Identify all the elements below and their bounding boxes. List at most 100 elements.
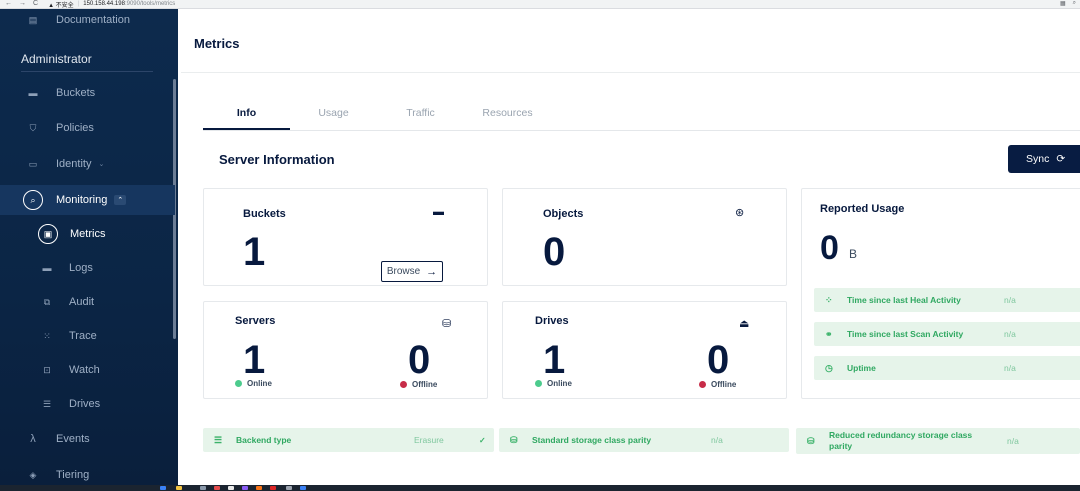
row-value: Erasure (414, 435, 444, 445)
chevron-down-icon[interactable]: ⌄ (98, 160, 104, 168)
drives-offline-count: 0 (707, 338, 730, 382)
sidebar-item-identity[interactable]: ▭ Identity ⌄ (0, 149, 175, 179)
sync-button[interactable]: Sync ⟳ (1008, 145, 1080, 173)
sidebar-item-label: Trace (69, 330, 97, 342)
online-status: Online (535, 379, 572, 388)
browse-button[interactable]: Browse → (381, 261, 443, 282)
sidebar-item-events[interactable]: λ Events (0, 424, 175, 454)
status-label: Online (247, 379, 272, 388)
tab-usage[interactable]: Usage (290, 107, 377, 119)
sidebar-item-watch[interactable]: ⊡ Watch (0, 355, 175, 385)
tab-resources[interactable]: Resources (464, 107, 551, 119)
online-status: Online (235, 379, 272, 388)
sidebar: ▤ Documentation Administrator ▬ Buckets … (0, 9, 178, 485)
scan-icon: ⚭ (825, 328, 833, 339)
row-value: n/a (1007, 436, 1019, 446)
sidebar-item-trace[interactable]: ⁙ Trace (0, 321, 175, 351)
drives-icon: ☰ (42, 398, 52, 409)
card-title: Buckets (243, 208, 286, 220)
bucket-icon: ▬ (433, 206, 444, 218)
offline-status: Offline (400, 380, 437, 389)
sidebar-item-label: Identity (56, 158, 92, 170)
arrow-right-icon: → (426, 265, 438, 278)
sidebar-item-label: Audit (69, 296, 95, 308)
zoom-icon[interactable]: ⌕ (1073, 0, 1076, 7)
servers-offline-count: 0 (408, 338, 431, 382)
app-icon[interactable] (242, 486, 248, 490)
app-icon[interactable] (200, 486, 206, 490)
tab-bar: Info Usage Traffic Resources (203, 101, 1080, 131)
offline-dot (400, 381, 407, 388)
divider (21, 71, 153, 72)
servers-card: Servers ⛁ 1 Online 0 Offline (203, 301, 488, 399)
objects-card: Objects ⊛ 0 (502, 188, 787, 286)
watch-icon: ⊡ (43, 364, 51, 375)
app-icon[interactable] (256, 486, 262, 490)
app-icon[interactable] (270, 486, 276, 490)
storage-icon: ⛁ (807, 435, 815, 446)
metrics-icon: ▣ (38, 224, 58, 244)
sidebar-item-monitoring[interactable]: ⌕ Monitoring ⌃ (0, 185, 175, 215)
scan-activity-row: ⚭ Time since last Scan Activity n/a (814, 322, 1080, 346)
sidebar-item-policies[interactable]: ⛉ Policies (0, 113, 175, 143)
timer-icon: ◷ (825, 362, 833, 373)
bucket-icon: ▬ (28, 88, 38, 98)
reported-usage-value: 0 (820, 229, 839, 267)
sidebar-item-label: Documentation (56, 14, 130, 26)
row-label: Time since last Heal Activity (847, 295, 961, 305)
sidebar-item-label: Drives (69, 398, 101, 410)
start-icon[interactable] (160, 486, 166, 490)
explorer-icon[interactable] (176, 486, 182, 490)
status-label: Online (547, 379, 572, 388)
database-icon: ⛁ (442, 318, 452, 330)
sync-label: Sync (1026, 153, 1050, 165)
sidebar-item-drives[interactable]: ☰ Drives (0, 389, 175, 419)
row-label: Uptime (847, 363, 876, 373)
app-icon[interactable] (214, 486, 220, 490)
row-label: Backend type (236, 435, 292, 445)
sidebar-item-metrics[interactable]: ▣ Metrics (0, 219, 175, 249)
id-card-icon: ▭ (28, 158, 38, 169)
sidebar-item-label: Metrics (70, 228, 106, 240)
app-icon[interactable] (286, 486, 292, 490)
sidebar-item-buckets[interactable]: ▬ Buckets (0, 78, 175, 108)
main-content: Metrics Info Usage Traffic Resources Ser… (181, 9, 1080, 485)
sidebar-item-documentation[interactable]: ▤ Documentation (0, 5, 175, 35)
sidebar-item-label: Watch (69, 364, 100, 376)
card-title: Reported Usage (820, 203, 905, 215)
chevron-up-icon[interactable]: ⌃ (114, 195, 127, 205)
tab-traffic[interactable]: Traffic (377, 107, 464, 119)
servers-online-count: 1 (243, 338, 266, 382)
app-icon[interactable] (228, 486, 234, 490)
audit-icon: ⧉ (43, 296, 51, 307)
heal-icon: ⁘ (825, 294, 833, 305)
tab-info[interactable]: Info (203, 107, 290, 119)
sidebar-item-label: Events (56, 433, 90, 445)
card-title: Drives (535, 315, 569, 327)
offline-dot (699, 381, 706, 388)
translate-icon[interactable]: ▦ (1060, 0, 1066, 7)
app-icon[interactable] (300, 486, 306, 490)
backend-icon: ☰ (214, 434, 223, 445)
browse-label: Browse (386, 266, 421, 277)
shield-icon: ⛉ (29, 122, 37, 133)
sidebar-item-logs[interactable]: ▬ Logs (0, 253, 175, 283)
reported-usage-card: Reported Usage 0 B ⁘ Time since last Hea… (801, 188, 1080, 399)
card-title: Servers (235, 315, 276, 327)
refresh-icon: ⟳ (1056, 153, 1066, 165)
drives-online-count: 1 (543, 338, 566, 382)
sidebar-item-audit[interactable]: ⧉ Audit (0, 287, 175, 317)
uptime-row: ◷ Uptime n/a (814, 356, 1080, 380)
card-title: Objects (543, 208, 584, 220)
sidebar-item-label: Tiering (56, 469, 90, 481)
sidebar-item-label: Buckets (56, 87, 96, 99)
reduced-parity-row: ⛁ Reduced redundancy storage class parit… (796, 428, 1080, 454)
online-dot (535, 380, 542, 387)
lambda-icon: λ (30, 433, 36, 445)
online-dot (235, 380, 242, 387)
reported-usage-unit: B (849, 247, 858, 261)
sidebar-item-label: Monitoring (56, 194, 108, 206)
backend-type-row: ☰ Backend type Erasure ✓ (203, 428, 494, 452)
check-icon: ✓ (479, 435, 486, 445)
heal-activity-row: ⁘ Time since last Heal Activity n/a (814, 288, 1080, 312)
